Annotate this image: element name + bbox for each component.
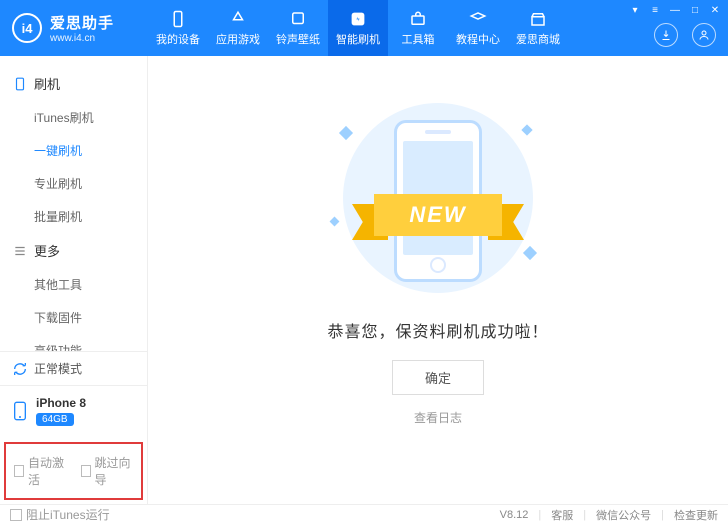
nav-label: 铃声壁纸	[276, 31, 320, 47]
support-link[interactable]: 客服	[551, 507, 573, 523]
checkbox-icon	[14, 465, 24, 477]
success-message: 恭喜您，保资料刷机成功啦！	[327, 318, 548, 342]
device-storage-badge: 64GB	[36, 413, 74, 426]
main-content: NEW 恭喜您，保资料刷机成功啦！ 确定 查看日志	[148, 56, 728, 504]
nav-apps[interactable]: 应用游戏	[208, 0, 268, 56]
sidebar-item-advanced[interactable]: 高级功能	[34, 334, 147, 351]
flash-side-icon	[12, 76, 28, 92]
checkbox-label: 自动激活	[28, 454, 66, 488]
checkbox-label: 跳过向导	[95, 454, 133, 488]
check-update-link[interactable]: 检查更新	[674, 507, 718, 523]
refresh-icon	[12, 361, 28, 377]
more-icon	[12, 243, 28, 259]
ribbon-text: NEW	[374, 194, 502, 236]
sidebar: 刷机 iTunes刷机 一键刷机 专业刷机 批量刷机 更多 其他工具 下载固件 …	[0, 56, 148, 504]
nav-ringtone[interactable]: 铃声壁纸	[268, 0, 328, 56]
sidebar-item-download-firmware[interactable]: 下载固件	[34, 301, 147, 334]
app-header: i4 爱思助手 www.i4.cn 我的设备 应用游戏 铃声壁纸 智能刷机 工具…	[0, 0, 728, 56]
new-ribbon: NEW	[348, 186, 528, 246]
sidebar-item-oneclick-flash[interactable]: 一键刷机	[34, 134, 147, 167]
skin-button[interactable]: ▾	[628, 4, 642, 16]
sidebar-item-batch-flash[interactable]: 批量刷机	[34, 200, 147, 233]
device-name: iPhone 8	[36, 396, 86, 410]
phone-icon	[12, 401, 28, 421]
nav-label: 工具箱	[402, 31, 435, 47]
tutorial-icon	[469, 10, 487, 28]
sidebar-group-flash[interactable]: 刷机	[0, 66, 147, 101]
sidebar-status[interactable]: 正常模式	[0, 351, 147, 385]
sidebar-item-pro-flash[interactable]: 专业刷机	[34, 167, 147, 200]
nav-toolbox[interactable]: 工具箱	[388, 0, 448, 56]
version-label: V8.12	[500, 509, 529, 521]
sidebar-group-title: 刷机	[34, 74, 60, 93]
nav-tutorial[interactable]: 教程中心	[448, 0, 508, 56]
sidebar-group-more[interactable]: 更多	[0, 233, 147, 268]
sidebar-group-title: 更多	[34, 241, 60, 260]
brand-name: 爱思助手	[50, 12, 114, 33]
nav-label: 爱思商城	[516, 31, 560, 47]
nav-store[interactable]: 爱思商城	[508, 0, 568, 56]
sidebar-item-other-tools[interactable]: 其他工具	[34, 268, 147, 301]
wechat-link[interactable]: 微信公众号	[596, 507, 651, 523]
logo-area: i4 爱思助手 www.i4.cn	[0, 12, 148, 44]
sidebar-device[interactable]: iPhone 8 64GB	[0, 385, 147, 438]
device-icon	[169, 10, 187, 28]
checkbox-icon	[81, 465, 91, 477]
success-illustration: NEW	[323, 98, 553, 298]
flash-icon	[349, 10, 367, 28]
nav-label: 我的设备	[156, 31, 200, 47]
logo-icon: i4	[12, 13, 42, 43]
checkbox-skip-guide[interactable]: 跳过向导	[81, 454, 134, 488]
checkbox-icon	[10, 509, 22, 521]
store-icon	[529, 10, 547, 28]
ringtone-icon	[289, 10, 307, 28]
nav-flash[interactable]: 智能刷机	[328, 0, 388, 56]
apps-icon	[229, 10, 247, 28]
nav-label: 应用游戏	[216, 31, 260, 47]
ok-button[interactable]: 确定	[392, 360, 484, 395]
download-button[interactable]	[654, 23, 678, 47]
header-right	[654, 0, 728, 56]
footer: 阻止iTunes运行 V8.12 | 客服 | 微信公众号 | 检查更新	[0, 504, 728, 524]
nav-my-device[interactable]: 我的设备	[148, 0, 208, 56]
sidebar-bottom-options: 自动激活 跳过向导	[4, 442, 143, 500]
checkbox-auto-activate[interactable]: 自动激活	[14, 454, 67, 488]
view-log-link[interactable]: 查看日志	[414, 409, 462, 426]
checkbox-label: 阻止iTunes运行	[26, 506, 110, 523]
checkbox-block-itunes[interactable]: 阻止iTunes运行	[10, 506, 110, 523]
brand-site: www.i4.cn	[50, 33, 114, 44]
sidebar-item-itunes-flash[interactable]: iTunes刷机	[34, 101, 147, 134]
nav-label: 智能刷机	[336, 31, 380, 47]
status-label: 正常模式	[34, 360, 82, 377]
user-button[interactable]	[692, 23, 716, 47]
toolbox-icon	[409, 10, 427, 28]
nav-label: 教程中心	[456, 31, 500, 47]
